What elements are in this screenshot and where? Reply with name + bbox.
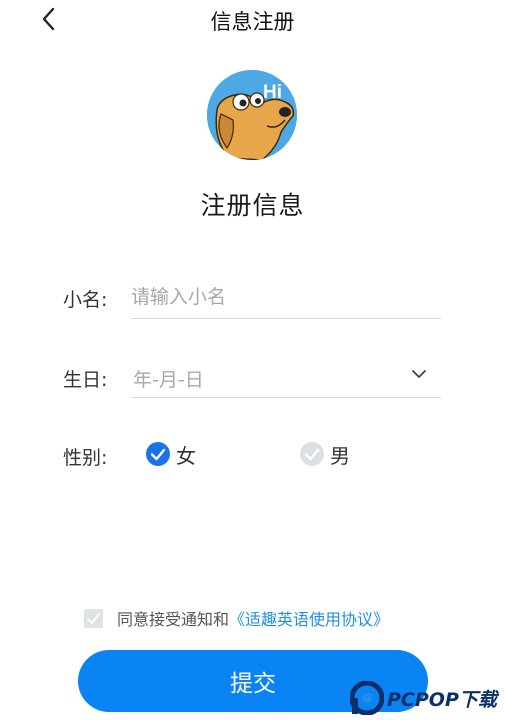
- avatar-badge: Hi: [263, 82, 282, 103]
- watermark: PCPOP下载: [350, 676, 505, 720]
- name-label: 小名:: [63, 289, 108, 311]
- avatar: Hi: [207, 70, 297, 160]
- chevron-down-icon: [412, 370, 426, 378]
- gender-option-label: 女: [176, 443, 196, 468]
- agreement-checkbox[interactable]: [84, 608, 103, 628]
- name-underline: [131, 318, 441, 319]
- gender-option-female[interactable]: 女: [146, 440, 196, 468]
- check-icon: [87, 612, 100, 624]
- pcpop-logo-icon: [350, 681, 384, 715]
- gender-option-label: 男: [330, 443, 350, 468]
- radio-unchecked-icon: [300, 442, 324, 466]
- radio-checked-icon: [146, 442, 170, 466]
- agreement-row: 同意接受通知和 《适趣英语使用协议》: [84, 606, 389, 630]
- gender-option-male[interactable]: 男: [300, 440, 350, 468]
- birthday-value: 年-月-日: [133, 369, 204, 391]
- agreement-text: 同意接受通知和: [117, 610, 230, 629]
- gender-label: 性别:: [63, 447, 108, 469]
- name-input[interactable]: [131, 280, 439, 314]
- dog-mascot-icon: [207, 70, 297, 160]
- watermark-brand: PCPOP下载: [387, 688, 497, 711]
- birthday-label: 生日:: [63, 369, 108, 391]
- form-heading: 注册信息: [200, 191, 305, 220]
- birthday-picker[interactable]: 年-月-日: [131, 358, 441, 396]
- page-title: 信息注册: [210, 10, 295, 34]
- agreement-link[interactable]: 《适趣英语使用协议》: [229, 606, 389, 630]
- birthday-underline: [131, 397, 441, 398]
